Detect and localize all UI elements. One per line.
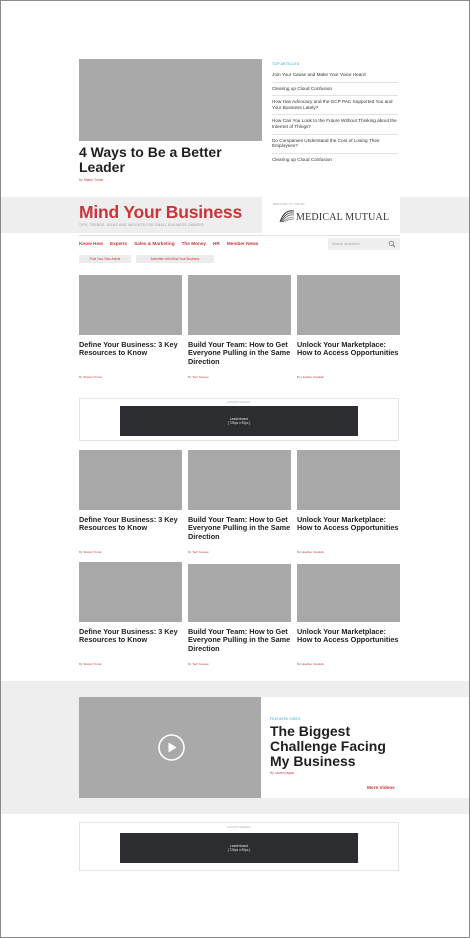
nav-item-member-news[interactable]: Member News [227, 241, 259, 246]
featured-video-label: FEATURED VIDEO [270, 717, 301, 721]
byline-prefix: By [297, 662, 301, 666]
brand-tagline: TIPS, TRENDS, IDEAS AND INSIGHTS FOR SMA… [79, 223, 205, 227]
article-card-byline: By Heather Cardullo [297, 375, 324, 379]
article-card-title[interactable]: Build Your Team: How to Get Everyone Pul… [188, 627, 292, 653]
section-nav: Know How Experts Sales & Marketing The M… [79, 241, 258, 246]
author-link[interactable]: Shawn Turner [83, 375, 102, 379]
article-card-byline: By Terri Kessey [188, 662, 209, 666]
post-article-button[interactable]: Post Your Own Article [79, 255, 131, 263]
article-card-byline: By Heather Cardullo [297, 662, 324, 666]
author-link[interactable]: Terri Kessey [192, 375, 209, 379]
ad-size-dims: [ 728px x 90px ] [227, 848, 251, 852]
article-card-title[interactable]: Unlock Your Marketplace: How to Access O… [297, 627, 401, 645]
top-articles-list: Join Your Cause and Make Your Voice Hear… [272, 69, 398, 166]
featured-video-title[interactable]: The Biggest Challenge Facing My Business [270, 724, 400, 769]
author-link[interactable]: Terri Kessey [192, 550, 209, 554]
byline-prefix: By [188, 662, 192, 666]
author-link[interactable]: Shawn Turner [83, 662, 102, 666]
article-card-byline: By Shawn Turner [79, 375, 102, 379]
byline-prefix: By [297, 375, 301, 379]
article-card-image[interactable] [79, 562, 182, 622]
article-card-title[interactable]: Unlock Your Marketplace: How to Access O… [297, 515, 401, 533]
article-card-image[interactable] [297, 564, 400, 622]
article-card-image[interactable] [188, 275, 291, 335]
article-card-image[interactable] [188, 564, 291, 622]
byline-prefix: By [270, 771, 274, 775]
leaderboard-ad[interactable]: Leaderboard [ 728px x 90px ] [120, 833, 358, 863]
article-card-title[interactable]: Build Your Team: How to Get Everyone Pul… [188, 515, 292, 541]
article-card-title[interactable]: Define Your Business: 3 Key Resources to… [79, 627, 183, 645]
hero-byline: By Shawn Turner [79, 178, 103, 182]
sponsor-name[interactable]: MEDICAL MUTUAL [296, 212, 389, 223]
byline-prefix: By [79, 375, 83, 379]
nav-item-the-money[interactable]: The Money [182, 241, 206, 246]
top-article-link[interactable]: Do Companies Understand the Cost of Losi… [272, 135, 398, 154]
article-card-byline: By Shawn Turner [79, 662, 102, 666]
byline-prefix: By [188, 375, 192, 379]
byline-prefix: By [79, 662, 83, 666]
author-link[interactable]: Heather Cardullo [301, 375, 324, 379]
article-card-image[interactable] [188, 450, 291, 510]
article-card-byline: By Heather Cardullo [297, 550, 324, 554]
top-article-link[interactable]: How Can You Look to the Future Without T… [272, 115, 398, 135]
byline-prefix: By [297, 550, 301, 554]
author-link[interactable]: Shawn Turner [83, 550, 102, 554]
article-card-image[interactable] [79, 450, 182, 510]
more-videos-link[interactable]: More Videos [367, 785, 395, 790]
search-placeholder: Search all articles [332, 242, 360, 246]
hero-image[interactable] [79, 59, 262, 141]
top-article-link[interactable]: Clearing up Cloud Confusion [272, 83, 398, 97]
article-card-image[interactable] [297, 275, 400, 335]
author-link[interactable]: Heather Cardullo [301, 662, 324, 666]
article-card-title[interactable]: Define Your Business: 3 Key Resources to… [79, 340, 183, 358]
byline-prefix: By [188, 550, 192, 554]
advertise-button[interactable]: Advertise with Mind Your Business [136, 255, 214, 263]
nav-divider [79, 235, 400, 236]
byline-prefix: By [79, 550, 83, 554]
nav-item-sales-marketing[interactable]: Sales & Marketing [134, 241, 174, 246]
author-link[interactable]: Lauren Iaquin [275, 771, 295, 775]
ad-container: ADVERTISEMENT Leaderboard [ 728px x 90px… [79, 822, 399, 871]
medical-mutual-logo-icon [279, 210, 295, 223]
top-article-link[interactable]: How Has Advocacy and the GCP PAC Support… [272, 96, 398, 116]
leaderboard-ad[interactable]: Leaderboard [ 728px x 90px ] [120, 406, 358, 436]
top-article-link[interactable]: Join Your Cause and Make Your Voice Hear… [272, 69, 398, 83]
nav-item-experts[interactable]: Experts [110, 241, 127, 246]
article-card-byline: By Terri Kessey [188, 375, 209, 379]
ad-label: ADVERTISEMENT [227, 826, 251, 829]
article-card-image[interactable] [79, 275, 182, 335]
article-card-byline: By Terri Kessey [188, 550, 209, 554]
author-link[interactable]: Terri Kessey [192, 662, 209, 666]
brand-title[interactable]: Mind Your Business [79, 203, 242, 222]
play-icon[interactable] [157, 733, 186, 762]
sponsor-label: BROUGHT TO YOU BY [273, 203, 306, 206]
author-link[interactable]: Heather Cardullo [301, 550, 324, 554]
article-card-image[interactable] [297, 450, 400, 510]
ad-size-dims: [ 728px x 90px ] [227, 421, 251, 425]
ad-label: ADVERTISEMENT [227, 401, 251, 404]
ad-container: ADVERTISEMENT Leaderboard [ 728px x 90px… [79, 398, 399, 441]
byline-prefix: By [79, 178, 83, 182]
nav-item-know-how[interactable]: Know How [79, 241, 103, 246]
hero-author-link[interactable]: Shawn Turner [84, 178, 104, 182]
top-articles-label: TOP ARTICLES [272, 62, 300, 66]
article-card-byline: By Shawn Turner [79, 550, 102, 554]
hero-title[interactable]: 4 Ways to Be a Better Leader [79, 145, 269, 175]
top-article-link[interactable]: Clearing up Cloud Confusion [272, 154, 398, 167]
featured-video-byline: By Lauren Iaquin [270, 771, 294, 775]
article-card-title[interactable]: Define Your Business: 3 Key Resources to… [79, 515, 183, 533]
article-card-title[interactable]: Build Your Team: How to Get Everyone Pul… [188, 340, 292, 366]
nav-item-hr[interactable]: HR [213, 241, 220, 246]
article-card-title[interactable]: Unlock Your Marketplace: How to Access O… [297, 340, 401, 358]
search-icon[interactable] [388, 240, 396, 248]
